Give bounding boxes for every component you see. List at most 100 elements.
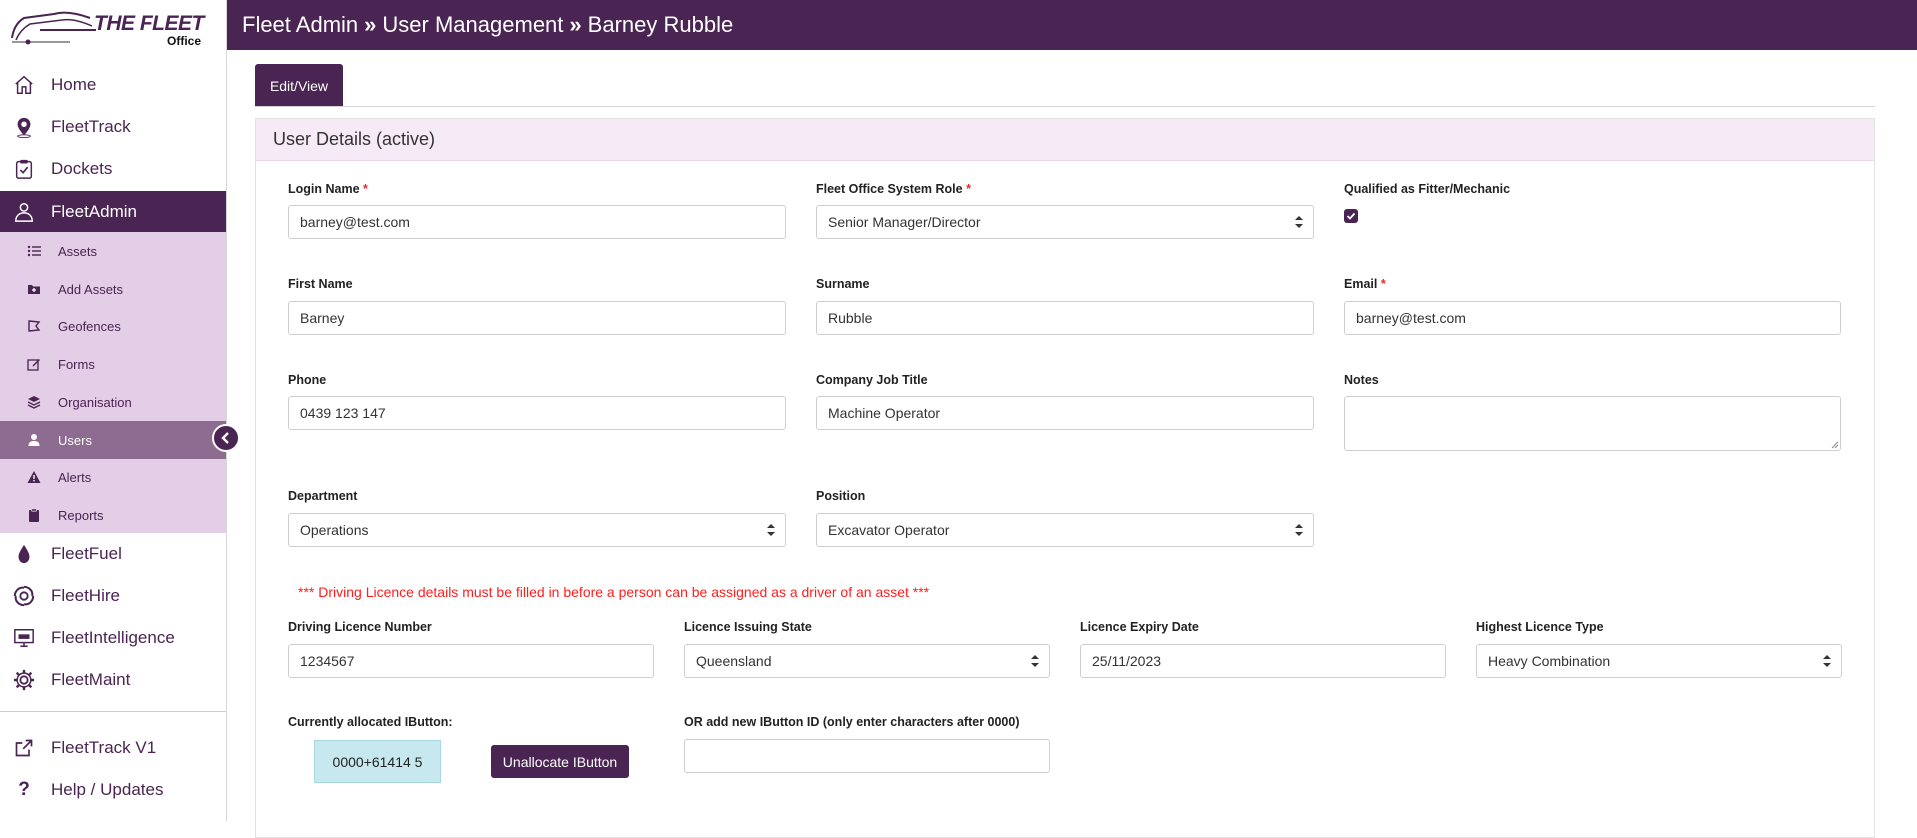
chevron-left-icon xyxy=(221,432,229,444)
layers-icon xyxy=(26,394,42,410)
email-field[interactable]: barney@test.com xyxy=(1344,301,1841,335)
notes-textarea[interactable] xyxy=(1344,396,1841,451)
clipboard-check-icon xyxy=(13,158,35,180)
surname-field[interactable]: Rubble xyxy=(816,301,1314,335)
licence-warning-text: *** Driving Licence details must be fill… xyxy=(298,584,930,600)
nav-item-fleetmaint[interactable]: FleetMaint xyxy=(0,659,226,701)
resize-handle-icon[interactable] xyxy=(1831,441,1839,449)
nav-item-dockets[interactable]: Dockets xyxy=(0,148,226,190)
nav-item-fleettrack-v1[interactable]: FleetTrack V1 xyxy=(0,727,226,769)
sidebar-item-assets[interactable]: Assets xyxy=(0,232,226,270)
issuing-state-select[interactable]: Queensland xyxy=(684,644,1050,678)
job-title-field[interactable]: Machine Operator xyxy=(816,396,1314,430)
position-value: Excavator Operator xyxy=(828,522,950,538)
sidebar-item-geofences[interactable]: Geofences xyxy=(0,307,226,345)
expiry-date-field[interactable]: 25/11/2023 xyxy=(1080,644,1446,678)
sidebar-item-organisation[interactable]: Organisation xyxy=(0,383,226,421)
department-select[interactable]: Operations xyxy=(288,513,786,547)
warning-icon xyxy=(26,469,42,485)
fuel-drop-icon xyxy=(13,543,35,565)
home-icon xyxy=(13,74,35,96)
phone-field[interactable]: 0439 123 147 xyxy=(288,396,786,430)
sidebar-divider xyxy=(0,711,226,712)
sidebar-item-label: Users xyxy=(58,432,92,448)
logo-title: THE FLEET xyxy=(94,12,204,35)
edit-icon xyxy=(26,356,42,372)
folder-plus-icon xyxy=(26,281,42,297)
logo-subtitle: Office xyxy=(167,34,202,48)
nav-label: Home xyxy=(51,75,97,94)
tab-edit-view[interactable]: Edit/View xyxy=(255,64,343,107)
licence-type-select[interactable]: Heavy Combination xyxy=(1476,644,1842,678)
ibutton-new-field[interactable] xyxy=(684,739,1050,773)
nav-item-fleethire[interactable]: FleetHire xyxy=(0,575,226,617)
nav-item-help-updates[interactable]: ? Help / Updates xyxy=(0,769,226,811)
login-name-field[interactable]: barney@test.com xyxy=(288,205,786,239)
position-select[interactable]: Excavator Operator xyxy=(816,513,1314,547)
list-icon xyxy=(26,243,42,259)
licence-number-field[interactable]: 1234567 xyxy=(288,644,654,678)
hire-swirl-icon xyxy=(13,585,35,607)
breadcrumb-current-user: Barney Rubble xyxy=(587,12,734,37)
breadcrumb-separator: » xyxy=(569,12,582,37)
tab-underline xyxy=(255,106,1875,107)
geofence-icon xyxy=(26,318,42,334)
breadcrumb-separator: » xyxy=(364,12,377,37)
select-arrows-icon xyxy=(1031,655,1039,667)
surname-label: Surname xyxy=(816,277,870,291)
clipboard-icon xyxy=(26,507,42,523)
user-icon xyxy=(26,432,42,448)
sidebar-item-add-assets[interactable]: Add Assets xyxy=(0,270,226,308)
system-role-value: Senior Manager/Director xyxy=(828,214,981,230)
sidebar-item-forms[interactable]: Forms xyxy=(0,345,226,383)
issuing-state-value: Queensland xyxy=(696,653,772,669)
nav-item-fleetadmin[interactable]: FleetAdmin xyxy=(0,191,226,233)
fleetadmin-submenu: Assets Add Assets Geofences Forms Organi… xyxy=(0,232,226,533)
user-admin-icon xyxy=(13,201,35,223)
breadcrumb-user-management[interactable]: User Management xyxy=(382,12,563,38)
ibutton-current-label: Currently allocated IButton: xyxy=(288,715,453,729)
select-arrows-icon xyxy=(1295,216,1303,228)
nav-label: FleetIntelligence xyxy=(51,628,175,647)
nav-item-home[interactable]: Home xyxy=(0,64,226,106)
system-role-select[interactable]: Senior Manager/Director xyxy=(816,205,1314,239)
first-name-field[interactable]: Barney xyxy=(288,301,786,335)
sidebar-item-alerts[interactable]: Alerts xyxy=(0,458,226,496)
truck-logo-icon xyxy=(11,11,96,45)
nav-label: Help / Updates xyxy=(51,780,164,799)
sidebar-item-label: Reports xyxy=(58,507,104,523)
nav-label: FleetTrack xyxy=(51,117,131,136)
question-icon: ? xyxy=(18,779,30,800)
nav-label: FleetFuel xyxy=(51,544,122,563)
ibutton-new-label: OR add new IButton ID (only enter charac… xyxy=(684,715,1020,729)
ibutton-current-value: 0000+61414 5 xyxy=(314,740,441,783)
nav-label: Dockets xyxy=(51,159,113,178)
select-arrows-icon xyxy=(1823,655,1831,667)
nav-item-fleettrack[interactable]: FleetTrack xyxy=(0,106,226,148)
licence-number-label: Driving Licence Number xyxy=(288,620,432,634)
email-label: Email * xyxy=(1344,277,1386,291)
sidebar-item-label: Add Assets xyxy=(58,281,124,297)
breadcrumb-fleet-admin[interactable]: Fleet Admin xyxy=(242,12,358,38)
map-pin-icon xyxy=(13,116,35,138)
system-role-label: Fleet Office System Role * xyxy=(816,182,971,196)
qualified-fitter-checkbox[interactable] xyxy=(1344,209,1358,223)
unallocate-ibutton-button[interactable]: Unallocate IButton xyxy=(491,745,629,778)
licence-type-label: Highest Licence Type xyxy=(1476,620,1604,634)
notes-label: Notes xyxy=(1344,373,1379,387)
sidebar-item-reports[interactable]: Reports xyxy=(0,496,226,534)
position-label: Position xyxy=(816,489,866,503)
sidebar-item-label: Organisation xyxy=(58,394,132,410)
gear-icon xyxy=(13,669,35,691)
card-title: User Details (active) xyxy=(256,119,1874,161)
nav-item-fleetfuel[interactable]: FleetFuel xyxy=(0,533,226,575)
collapse-sidebar-button[interactable] xyxy=(212,424,240,452)
external-link-icon xyxy=(13,737,35,759)
nav-label: FleetMaint xyxy=(51,670,131,689)
nav-item-fleetintelligence[interactable]: FleetIntelligence xyxy=(0,617,226,659)
select-arrows-icon xyxy=(767,524,775,536)
sidebar-item-users[interactable]: Users xyxy=(0,421,226,459)
qualified-fitter-label: Qualified as Fitter/Mechanic xyxy=(1344,182,1511,196)
department-label: Department xyxy=(288,489,358,503)
fleet-office-logo[interactable]: THE FLEET Office xyxy=(10,4,210,48)
